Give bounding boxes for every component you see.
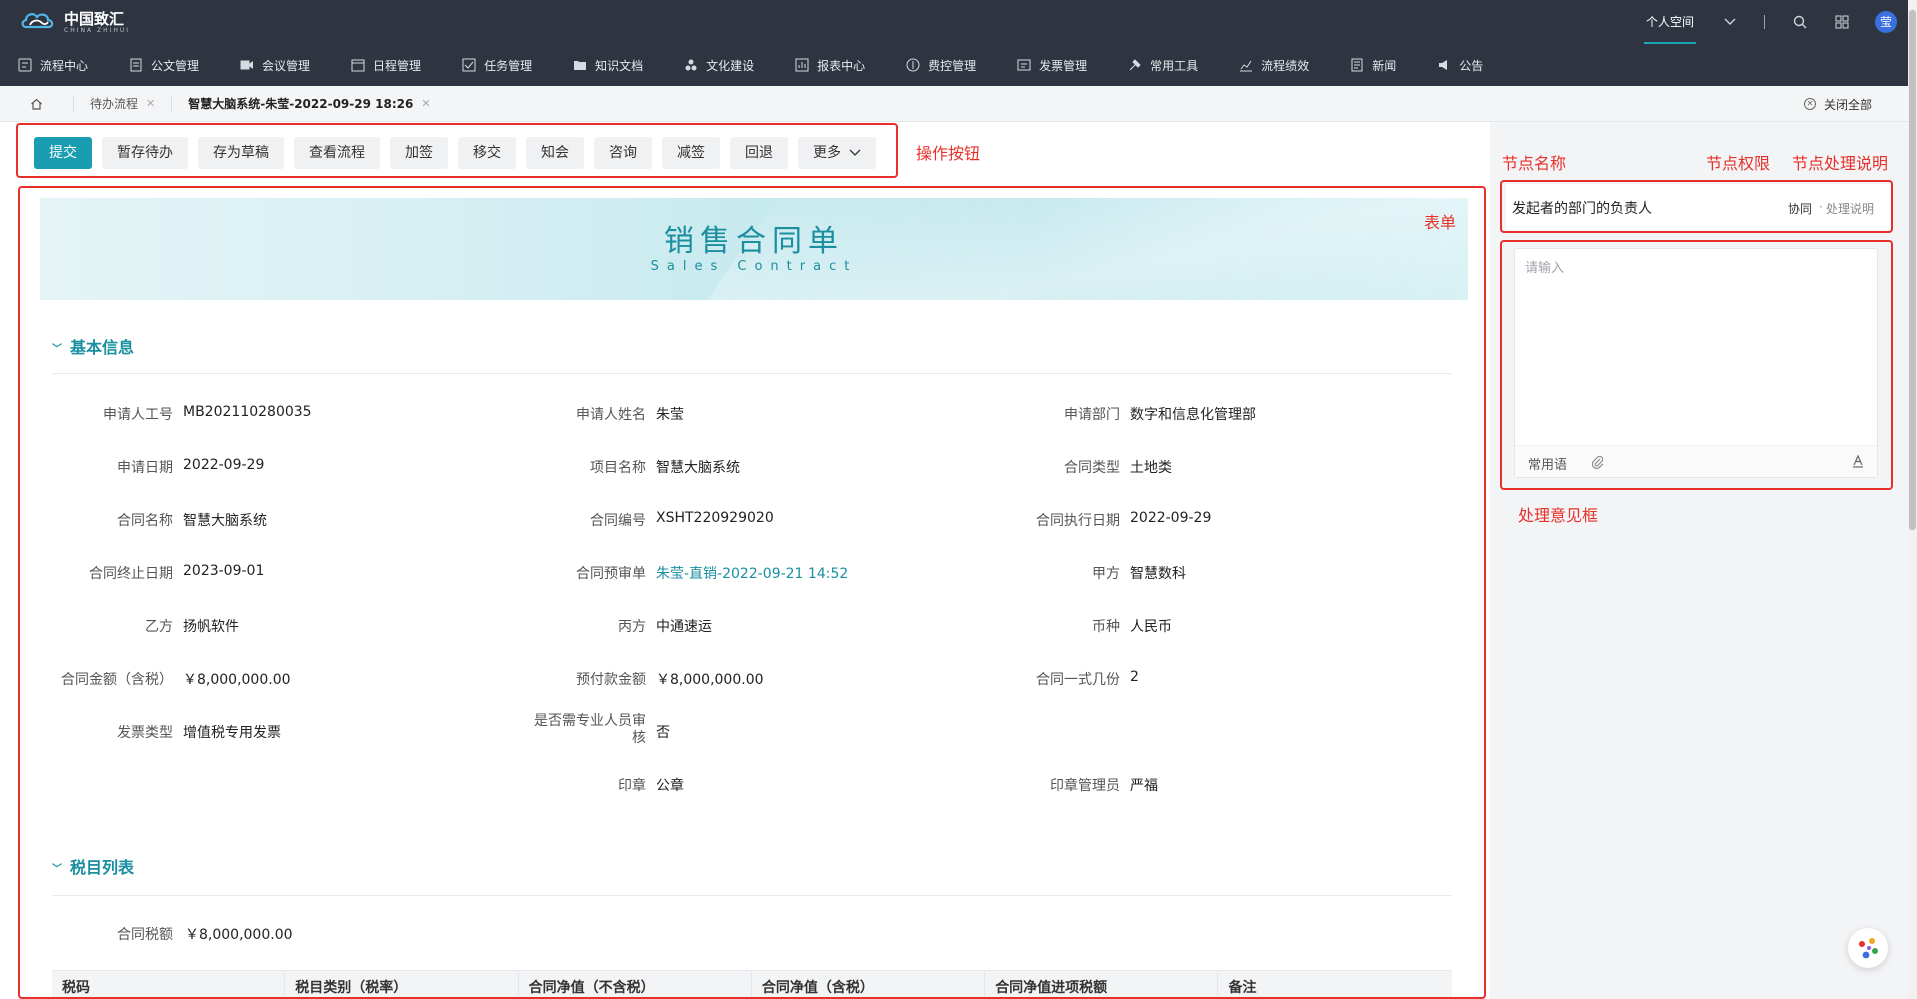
logo-subtext: CHINA ZHIHUI	[64, 26, 131, 34]
node-annotation-box	[1500, 180, 1893, 233]
node-perm-annotation-label: 节点权限	[1706, 154, 1771, 173]
top-bar: 中国致汇 CHINA ZHIHUI 个人空间 莹	[0, 0, 1917, 44]
nav-item-label: 日程管理	[373, 58, 422, 73]
nav-item-13[interactable]: 公告	[1437, 57, 1483, 74]
chevron-down-icon[interactable]	[1724, 18, 1736, 26]
tab-label: 智慧大脑系统-朱莹-2022-09-29 18:26	[188, 97, 414, 111]
expense-icon	[906, 58, 920, 72]
nav-item-label: 新闻	[1372, 58, 1397, 73]
nav-item-label: 发票管理	[1039, 58, 1088, 73]
tab-todo-flow[interactable]: 待办流程 ✕	[74, 96, 173, 111]
nav-item-11[interactable]: 流程绩效	[1239, 57, 1309, 74]
nav-item-9[interactable]: 发票管理	[1017, 57, 1087, 74]
assistant-icon	[1859, 938, 1878, 959]
nav-item-label: 报表中心	[817, 58, 866, 73]
calendar-icon	[351, 58, 365, 72]
assistant-float-button[interactable]	[1848, 928, 1888, 968]
tab-label: 待办流程	[90, 97, 139, 111]
nav-item-0[interactable]: 流程中心	[18, 57, 88, 74]
nav-item-label: 公文管理	[151, 58, 200, 73]
nav-item-label: 会议管理	[262, 58, 311, 73]
node-explain-annotation-label: 节点处理说明	[1792, 154, 1889, 173]
flow-icon	[18, 58, 32, 72]
nav-item-label: 流程中心	[40, 58, 89, 73]
nav-item-label: 流程绩效	[1261, 58, 1310, 73]
tab-bar: 待办流程 ✕ 智慧大脑系统-朱莹-2022-09-29 18:26 ✕ ✕ 关闭…	[0, 86, 1908, 122]
nav-item-label: 公告	[1459, 58, 1484, 73]
culture-icon	[684, 58, 698, 72]
nav-item-12[interactable]: 新闻	[1350, 57, 1396, 74]
nav-item-8[interactable]: 费控管理	[906, 57, 976, 74]
scrollbar-thumb[interactable]	[1909, 10, 1916, 530]
page-scrollbar[interactable]	[1908, 0, 1917, 999]
report-icon	[795, 58, 809, 72]
tool-icon	[1128, 58, 1142, 72]
opinion-annotation-box	[1500, 240, 1893, 490]
node-name-annotation-label: 节点名称	[1502, 154, 1567, 173]
form-annotation-box	[18, 186, 1486, 999]
chart-icon	[1239, 58, 1253, 72]
search-icon[interactable]	[1793, 15, 1807, 29]
user-avatar[interactable]: 莹	[1875, 11, 1897, 33]
nav-item-3[interactable]: 日程管理	[351, 57, 421, 74]
main-nav: 流程中心 公文管理 会议管理 日程管理 任务管理 知识文档 文化建设 报表中心 费控管理 发票管理…	[0, 44, 1917, 86]
news-icon	[1350, 58, 1364, 72]
home-icon	[31, 98, 42, 110]
nav-item-1[interactable]: 公文管理	[129, 57, 199, 74]
announce-icon	[1437, 58, 1451, 72]
invoice-icon	[1017, 58, 1031, 72]
nav-item-5[interactable]: 知识文档	[573, 57, 643, 74]
opinion-annotation-label: 处理意见框	[1518, 506, 1599, 525]
logo[interactable]: 中国致汇 CHINA ZHIHUI	[20, 6, 130, 38]
actions-annotation-box	[16, 123, 898, 178]
nav-item-label: 知识文档	[595, 58, 644, 73]
actions-annotation-label: 操作按钮	[916, 144, 981, 163]
task-icon	[462, 58, 476, 72]
close-icon[interactable]: ✕	[421, 97, 430, 110]
video-icon	[240, 58, 254, 72]
home-tab[interactable]	[0, 96, 74, 111]
nav-item-6[interactable]: 文化建设	[684, 57, 754, 74]
logo-text: 中国致汇	[64, 9, 125, 28]
nav-item-7[interactable]: 报表中心	[795, 57, 865, 74]
document-icon	[129, 58, 143, 72]
nav-item-10[interactable]: 常用工具	[1128, 57, 1198, 74]
form-annotation-label: 表单	[1424, 213, 1457, 232]
close-all-label: 关闭全部	[1823, 97, 1872, 112]
logo-mark-icon	[20, 9, 60, 35]
nav-item-label: 费控管理	[928, 58, 977, 73]
nav-item-2[interactable]: 会议管理	[240, 57, 310, 74]
tab-current-flow[interactable]: 智慧大脑系统-朱莹-2022-09-29 18:26 ✕	[172, 97, 446, 111]
close-icon[interactable]: ✕	[146, 97, 155, 110]
close-all-button[interactable]: ✕ 关闭全部	[1803, 86, 1872, 122]
folder-icon	[573, 58, 587, 72]
divider	[1764, 15, 1765, 29]
nav-item-4[interactable]: 任务管理	[462, 57, 532, 74]
personal-space-tab[interactable]: 个人空间	[1643, 0, 1696, 44]
nav-item-label: 任务管理	[484, 58, 533, 73]
apps-grid-icon[interactable]	[1835, 15, 1849, 29]
nav-item-label: 常用工具	[1150, 58, 1199, 73]
nav-item-label: 文化建设	[706, 58, 755, 73]
close-circle-icon: ✕	[1803, 98, 1816, 110]
